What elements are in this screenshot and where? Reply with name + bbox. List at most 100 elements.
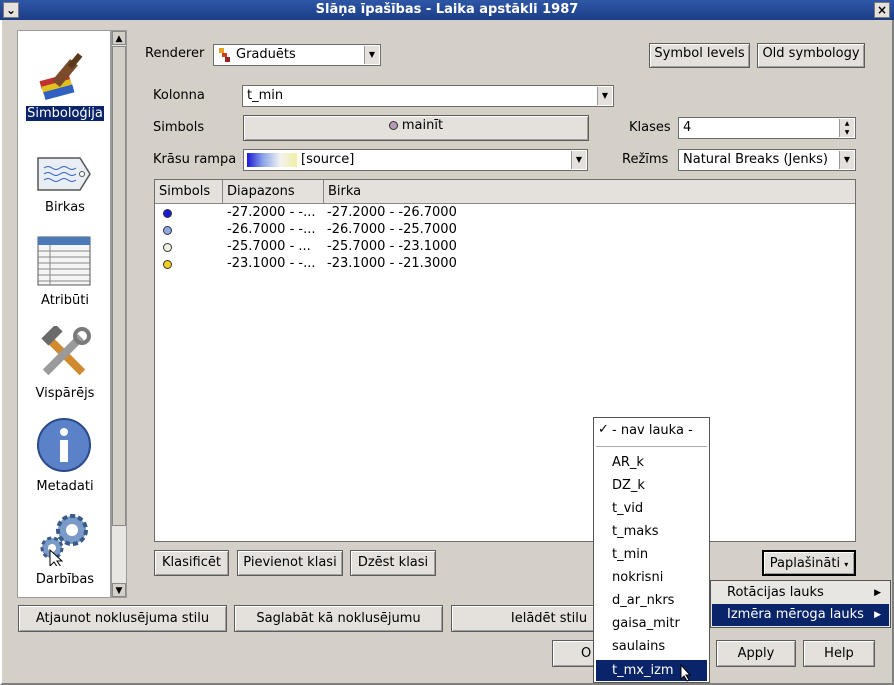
classes-label: Klases xyxy=(629,120,671,135)
table-row[interactable]: -27.2000 - -... -27.2000 - -26.7000 xyxy=(155,205,855,222)
chevron-down-icon: ▼ xyxy=(839,151,854,169)
help-button[interactable]: Help xyxy=(803,640,875,667)
range-cell: -25.7000 - ... xyxy=(227,239,311,254)
paintbrush-icon xyxy=(39,52,83,100)
mode-label: Režīms xyxy=(622,152,669,167)
table-icon xyxy=(37,236,91,286)
gears-icon xyxy=(40,514,88,566)
classes-value: 4 xyxy=(683,120,692,135)
chevron-down-icon: ▼ xyxy=(571,151,586,169)
sidebar-item-label: Simboloģija xyxy=(26,106,104,121)
graduated-icon xyxy=(219,48,230,62)
menu-item-rotation-field[interactable]: Rotācijas lauks ▶ xyxy=(712,582,889,604)
mouse-cursor-icon xyxy=(680,664,692,682)
menu-item-field[interactable]: saulains xyxy=(612,639,665,654)
table-row[interactable]: -25.7000 - ... -25.7000 - -23.1000 xyxy=(155,239,855,256)
title-bar: ⌄ Slāņa īpašības - Laika apstākli 1987 × xyxy=(0,0,894,20)
renderer-select[interactable]: Graduēts ▼ xyxy=(213,44,381,66)
menu-item-size-scale-field[interactable]: Izmēra mēroga lauks ▶ xyxy=(712,604,889,626)
menu-item-field[interactable]: nokrisni xyxy=(612,570,663,585)
window-title: Slāņa īpašības - Laika apstākli 1987 xyxy=(315,2,579,17)
field-menu: ✓ - nav lauka - AR_k DZ_k t_vid t_maks t… xyxy=(593,417,710,683)
label-cell: -25.7000 - -23.1000 xyxy=(327,239,457,254)
restore-default-style-button[interactable]: Atjaunot noklusējuma stilu xyxy=(18,605,227,632)
column-label: Kolonna xyxy=(153,88,205,103)
delete-class-button[interactable]: Dzēst klasi xyxy=(350,550,436,576)
label-cell: -27.2000 - -26.7000 xyxy=(327,205,457,220)
mode-select[interactable]: Natural Breaks (Jenks) ▼ xyxy=(678,149,856,171)
color-ramp-label: Krāsu rampa xyxy=(153,152,237,167)
classify-button[interactable]: Klasificēt xyxy=(154,550,229,576)
sidebar-item-label: Darbības xyxy=(35,572,95,587)
color-ramp-value: [source] xyxy=(301,152,355,167)
symbol-levels-button[interactable]: Symbol levels xyxy=(649,43,750,68)
menu-item-label: Rotācijas lauks xyxy=(727,585,824,600)
scrollbar-thumb[interactable] xyxy=(112,46,126,526)
mode-value: Natural Breaks (Jenks) xyxy=(683,152,828,167)
symbol-dot-icon xyxy=(163,226,172,235)
sidebar-item-label: Vispārējs xyxy=(35,386,95,401)
advanced-menu: Rotācijas lauks ▶ Izmēra mēroga lauks ▶ xyxy=(710,580,891,628)
menu-item-field[interactable]: d_ar_nkrs xyxy=(612,593,674,608)
symbol-dot-icon xyxy=(163,209,172,218)
tag-icon xyxy=(37,157,91,191)
chevron-down-icon: ▼ xyxy=(364,46,379,64)
column-header-label[interactable]: Birka xyxy=(324,180,855,204)
advanced-label: Paplašināti xyxy=(769,556,841,571)
menu-item-label: Izmēra mēroga lauks xyxy=(727,607,864,622)
table-row[interactable]: -23.1000 - -... -23.1000 - -21.3000 xyxy=(155,256,855,273)
menu-item-no-field[interactable]: - nav lauka - xyxy=(612,423,693,438)
sidebar-item-label: Atribūti xyxy=(41,293,89,308)
menu-item-field[interactable]: t_maks xyxy=(612,524,659,539)
menu-item-field[interactable]: t_min xyxy=(612,547,648,562)
add-class-button[interactable]: Pievienot klasi xyxy=(237,550,343,576)
label-cell: -26.7000 - -25.7000 xyxy=(327,222,457,237)
sidebar: Simboloģija Birkas Atribūti Vispārējs Me… xyxy=(17,30,111,598)
sidebar-item-label: Birkas xyxy=(45,200,85,215)
column-select[interactable]: t_min ▼ xyxy=(242,85,614,107)
close-button[interactable]: × xyxy=(874,2,890,18)
submenu-arrow-icon: ▶ xyxy=(874,588,881,598)
chevron-down-icon: ▼ xyxy=(597,87,612,105)
column-header-range[interactable]: Diapazons xyxy=(223,180,324,204)
table-row[interactable]: -26.7000 - -... -26.7000 - -25.7000 xyxy=(155,222,855,239)
symbol-label: Simbols xyxy=(153,120,205,135)
column-value: t_min xyxy=(247,88,284,103)
menu-separator xyxy=(596,446,707,447)
symbol-preview-icon xyxy=(388,121,398,130)
symbol-dot-icon xyxy=(163,243,172,252)
ramp-preview-icon xyxy=(247,153,297,167)
chevron-down-icon: ▾ xyxy=(844,560,849,569)
scroll-up-icon[interactable]: ▲ xyxy=(112,31,126,45)
change-symbol-label: mainīt xyxy=(401,118,444,133)
advanced-button[interactable]: Paplašināti ▾ xyxy=(762,550,856,576)
old-symbology-button[interactable]: Old symbology xyxy=(757,43,865,68)
apply-button[interactable]: Apply xyxy=(716,640,796,667)
range-cell: -27.2000 - -... xyxy=(227,205,316,220)
range-cell: -26.7000 - -... xyxy=(227,222,316,237)
check-icon: ✓ xyxy=(598,422,609,437)
save-as-default-button[interactable]: Saglabāt kā noklusējumu xyxy=(234,605,443,632)
sidebar-item-label: Metadati xyxy=(36,479,94,494)
classes-table[interactable]: Simbols Diapazons Birka -27.2000 - -... … xyxy=(154,179,856,542)
renderer-label: Renderer xyxy=(145,46,205,61)
symbol-dot-icon xyxy=(163,260,172,269)
change-symbol-button[interactable]: mainīt xyxy=(243,115,589,141)
color-ramp-select[interactable]: [source] ▼ xyxy=(243,149,588,171)
scroll-down-icon[interactable]: ▼ xyxy=(112,583,126,597)
menu-item-field[interactable]: t_vid xyxy=(612,501,643,516)
column-header-symbol[interactable]: Simbols xyxy=(155,180,223,204)
sidebar-scrollbar[interactable]: ▲ ▼ xyxy=(111,30,127,598)
menu-item-field[interactable]: gaisa_mitr xyxy=(612,616,680,631)
submenu-arrow-icon: ▶ xyxy=(874,610,881,620)
table-header: Simbols Diapazons Birka xyxy=(155,180,855,204)
menu-item-field[interactable]: AR_k xyxy=(612,455,644,470)
menu-item-field[interactable]: DZ_k xyxy=(612,478,645,493)
info-icon xyxy=(37,418,91,472)
spin-arrows-icon[interactable]: ▲ ▼ xyxy=(839,119,854,137)
classes-spinbox[interactable]: 4 ▲ ▼ xyxy=(678,117,856,139)
label-cell: -23.1000 - -21.3000 xyxy=(327,256,457,271)
renderer-value: Graduēts xyxy=(236,47,296,62)
range-cell: -23.1000 - -... xyxy=(227,256,316,271)
tools-icon xyxy=(41,326,91,376)
